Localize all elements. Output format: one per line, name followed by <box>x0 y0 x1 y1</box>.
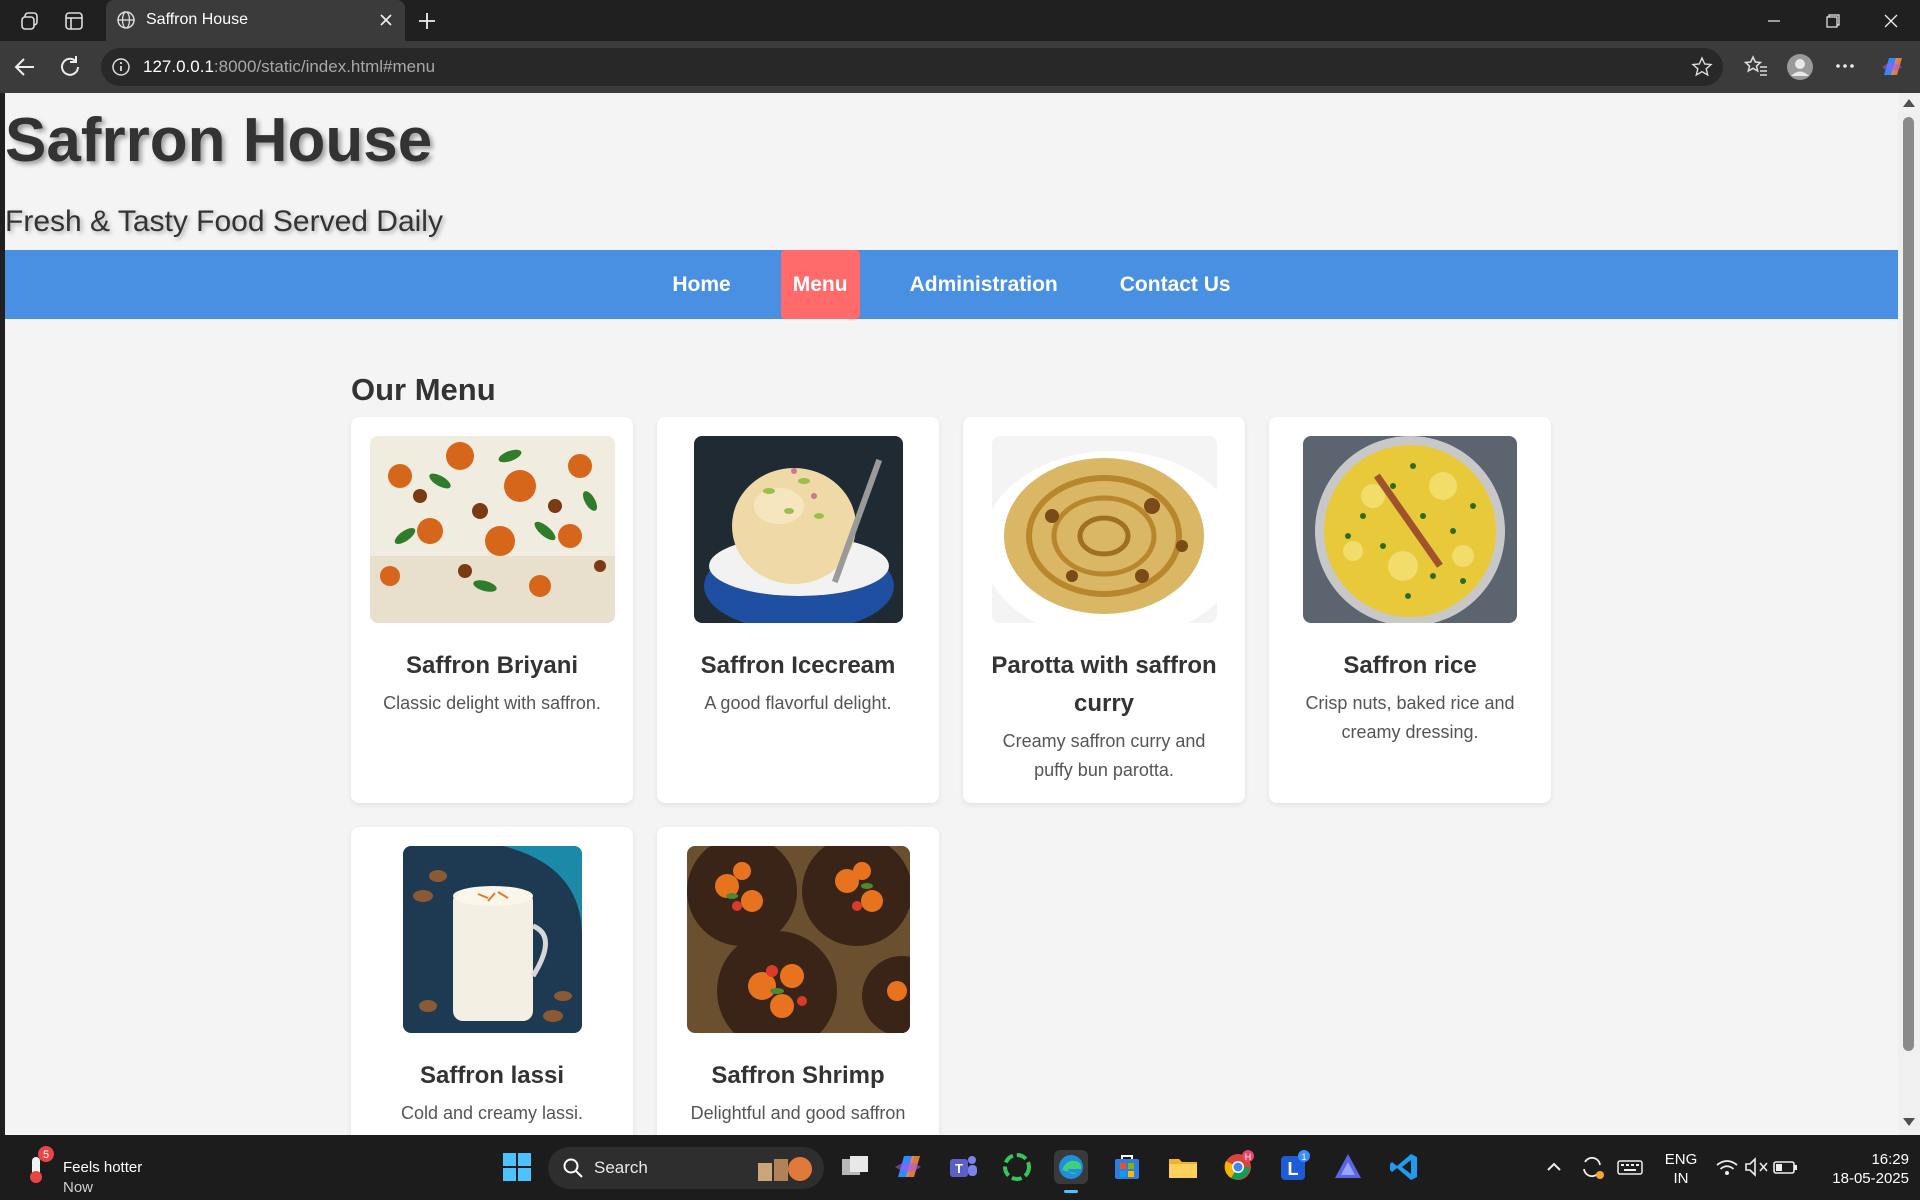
menu-card[interactable]: Saffron rice Crisp nuts, baked rice and … <box>1269 417 1551 803</box>
minimize-icon[interactable] <box>1754 8 1794 34</box>
search-highlight-icon <box>758 1157 812 1181</box>
globe-icon <box>116 10 136 35</box>
windows-taskbar: 5 Feels hotter Now Search T H L1 ENG IN … <box>0 1135 1920 1200</box>
svg-text:L: L <box>1288 1159 1299 1179</box>
weather-subtitle: Now <box>63 1179 94 1196</box>
teams-icon[interactable]: T <box>946 1150 980 1184</box>
close-window-icon[interactable] <box>1871 8 1911 34</box>
search-label: Search <box>594 1158 648 1177</box>
url-text: 127.0.0.1:8000/static/index.html#menu <box>143 57 436 76</box>
copilot-app-icon[interactable] <box>891 1150 925 1184</box>
tab-title: Saffron House <box>146 11 248 28</box>
wifi-icon[interactable] <box>1710 1150 1744 1184</box>
menu-item-desc: Delightful and good saffron <box>690 1103 906 1123</box>
copilot-icon[interactable] <box>1878 53 1906 86</box>
language-indicator[interactable]: ENG IN <box>1661 1150 1701 1188</box>
menu-item-desc: Classic delight with saffron. <box>383 693 601 713</box>
menu-item-name: Saffron Icecream <box>700 652 896 679</box>
menu-item-desc: A good flavorful delight. <box>704 693 892 713</box>
svg-text:H: H <box>1245 1152 1252 1162</box>
nav-home[interactable]: Home <box>660 250 742 319</box>
windows-start-icon[interactable] <box>500 1150 534 1184</box>
page-viewport: Safrron House Fresh & Tasty Food Served … <box>5 93 1898 1135</box>
new-tab-icon[interactable] <box>414 8 440 39</box>
workspaces-icon[interactable] <box>17 8 43 34</box>
nav-menu[interactable]: Menu <box>780 250 860 319</box>
shrimp-image <box>686 846 910 1033</box>
profile-avatar-icon[interactable] <box>1786 53 1814 86</box>
icecream-image <box>693 436 903 623</box>
menu-item-name: Parotta with saffron curry <box>991 652 1217 717</box>
show-hidden-icons-icon[interactable] <box>1537 1150 1571 1184</box>
favorite-star-icon[interactable] <box>1691 56 1713 83</box>
restore-icon[interactable] <box>1813 8 1853 34</box>
menu-item-desc: Cold and creamy lassi. <box>400 1103 584 1123</box>
favorites-icon[interactable] <box>1743 53 1769 84</box>
menu-card[interactable]: Parotta with saffron curry Creamy saffro… <box>963 417 1245 803</box>
search-icon <box>563 1158 583 1178</box>
close-tab-icon[interactable] <box>376 10 396 35</box>
tab-saffron-house[interactable]: Saffron House <box>106 0 405 41</box>
file-explorer-icon[interactable] <box>1166 1150 1200 1184</box>
task-view-icon[interactable] <box>838 1150 872 1184</box>
store-icon[interactable] <box>1110 1150 1144 1184</box>
scroll-up-arrow-icon[interactable] <box>1903 99 1915 107</box>
scrollbar-thumb[interactable] <box>1903 117 1914 1051</box>
menu-heading: Our Menu <box>351 372 496 407</box>
weather-widget[interactable]: 5 Feels hotter Now <box>24 1145 142 1196</box>
nav-administration[interactable]: Administration <box>898 250 1070 319</box>
main-nav: Home Menu Administration Contact Us <box>5 250 1898 319</box>
menu-item-name: Saffron lassi <box>419 1062 565 1089</box>
menu-item-desc: Creamy saffron curry and puffy bun parot… <box>1002 731 1206 780</box>
scroll-down-arrow-icon[interactable] <box>1903 1118 1915 1126</box>
more-options-icon[interactable] <box>1832 53 1858 84</box>
svg-text:T: T <box>955 1161 963 1176</box>
edge-icon[interactable] <box>1054 1150 1088 1193</box>
nav-contact-us[interactable]: Contact Us <box>1108 250 1243 319</box>
rice-image <box>1303 436 1517 623</box>
menu-card[interactable]: Saffron Icecream A good flavorful deligh… <box>657 417 939 803</box>
lassi-image <box>402 846 582 1033</box>
vertical-tabs-icon[interactable] <box>61 8 87 34</box>
address-bar[interactable]: 127.0.0.1:8000/static/index.html#menu <box>101 48 1723 86</box>
reload-icon[interactable] <box>57 54 83 85</box>
menu-card[interactable]: Saffron Shrimp Delightful and good saffr… <box>657 827 939 1135</box>
update-sync-icon[interactable] <box>1575 1150 1609 1184</box>
keyboard-icon[interactable] <box>1613 1150 1647 1184</box>
biryani-image <box>369 436 615 623</box>
site-title: Safrron House <box>5 106 433 175</box>
taskbar-search[interactable]: Search <box>548 1147 824 1189</box>
browser-tab-bar: Saffron House <box>0 0 1920 41</box>
vscode-icon[interactable] <box>1387 1150 1421 1184</box>
sync-ring-icon[interactable] <box>1000 1150 1034 1184</box>
back-arrow-icon[interactable] <box>12 54 38 85</box>
l-app-icon[interactable]: L1 <box>1277 1150 1311 1184</box>
menu-card[interactable]: Saffron lassi Cold and creamy lassi. <box>351 827 633 1135</box>
svg-text:5: 5 <box>43 1149 49 1161</box>
browser-toolbar: 127.0.0.1:8000/static/index.html#menu <box>0 41 1920 93</box>
chrome-icon[interactable]: H <box>1221 1150 1255 1184</box>
clock[interactable]: 16:29 18-05-2025 <box>1813 1150 1909 1188</box>
vpn-app-icon[interactable] <box>1331 1150 1365 1184</box>
menu-item-name: Saffron Shrimp <box>711 1062 885 1089</box>
menu-item-desc: Crisp nuts, baked rice and creamy dressi… <box>1305 693 1515 742</box>
page-scrollbar[interactable] <box>1898 93 1920 1135</box>
svg-text:1: 1 <box>1301 1152 1306 1162</box>
site-tagline: Fresh & Tasty Food Served Daily <box>5 205 443 238</box>
battery-icon[interactable] <box>1769 1150 1803 1184</box>
thermometer-icon: 5 <box>30 1146 54 1183</box>
menu-item-name: Saffron Briyani <box>405 652 579 679</box>
site-info-icon[interactable] <box>111 57 131 82</box>
parotta-image <box>991 436 1217 623</box>
weather-title: Feels hotter <box>63 1159 143 1176</box>
menu-item-name: Saffron rice <box>1343 652 1477 679</box>
menu-card[interactable]: Saffron Briyani Classic delight with saf… <box>351 417 633 803</box>
